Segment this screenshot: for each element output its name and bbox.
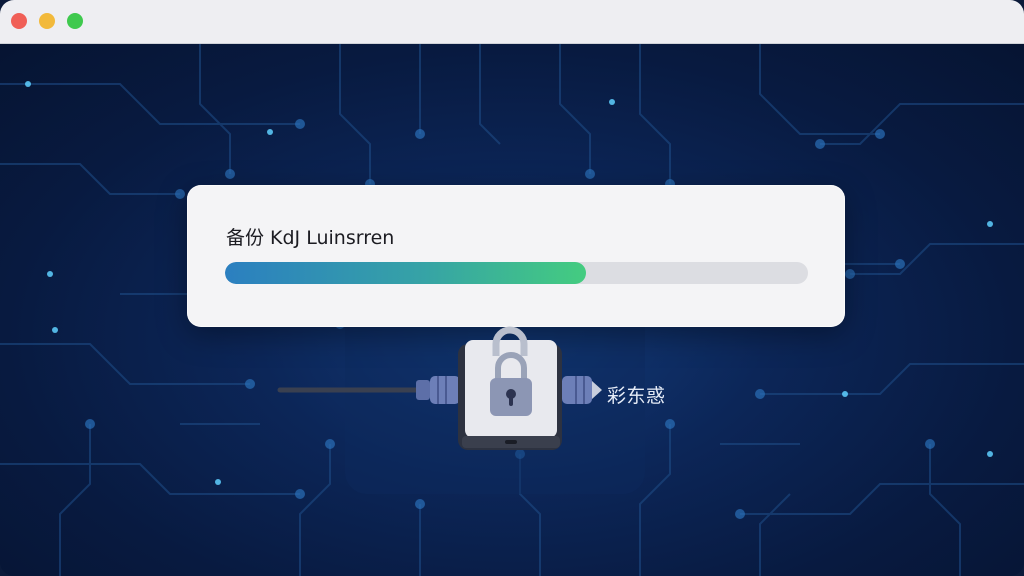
- zoom-button[interactable]: [67, 13, 83, 29]
- content-area: 备份 KdJ Luinsrren 彩东惑: [0, 44, 1024, 576]
- drive-illustration: [277, 326, 602, 450]
- drive-side-label: 彩东惑: [607, 385, 666, 407]
- close-button[interactable]: [11, 13, 27, 29]
- title-bar: [0, 0, 1024, 44]
- app-window: 备份 KdJ Luinsrren 彩东惑: [0, 0, 1024, 576]
- minimize-button[interactable]: [39, 13, 55, 29]
